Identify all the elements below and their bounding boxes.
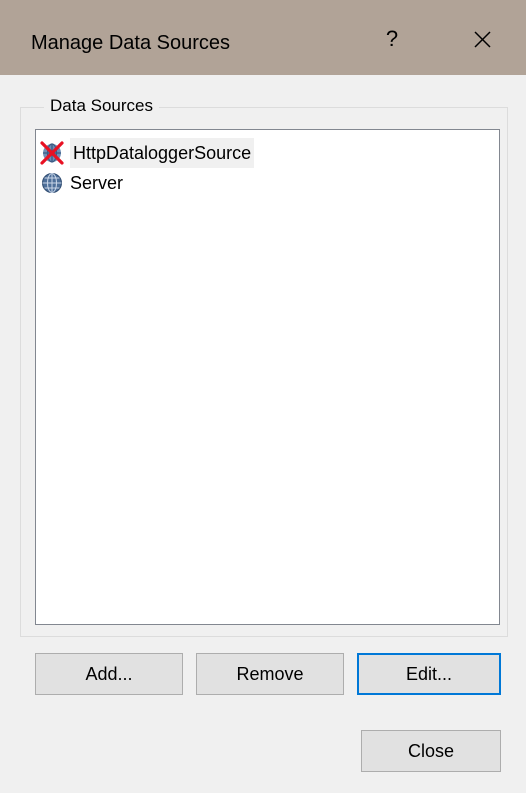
- disconnected-globe-icon: [40, 141, 64, 165]
- remove-button[interactable]: Remove: [196, 653, 344, 695]
- data-sources-group-label: Data Sources: [44, 94, 159, 118]
- close-icon: [474, 31, 491, 48]
- dialog-title: Manage Data Sources: [31, 32, 231, 54]
- help-button[interactable]: ?: [362, 14, 422, 64]
- list-item-httpdataloggersource[interactable]: HttpDataloggerSource: [40, 138, 255, 168]
- manage-data-sources-dialog: Manage Data Sources ? Data Sources HttpD…: [0, 0, 526, 793]
- list-item-server[interactable]: Server: [40, 168, 123, 198]
- list-item-label: HttpDataloggerSource: [70, 138, 255, 168]
- edit-button[interactable]: Edit...: [357, 653, 501, 695]
- close-button[interactable]: Close: [361, 730, 501, 772]
- add-button[interactable]: Add...: [35, 653, 183, 695]
- title-bar: Manage Data Sources ?: [0, 0, 526, 75]
- title-close-button[interactable]: [452, 14, 512, 64]
- list-item-label: Server: [70, 173, 124, 193]
- data-sources-list[interactable]: HttpDataloggerSource Server: [35, 129, 500, 625]
- globe-icon: [40, 171, 64, 195]
